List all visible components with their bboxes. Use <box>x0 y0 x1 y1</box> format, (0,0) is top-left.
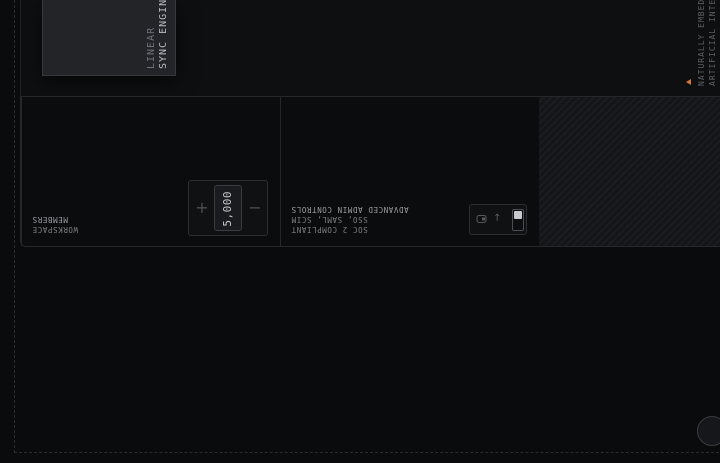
security-label-line3: ADVANCED ADMIN CONTROLS <box>291 205 409 214</box>
decrement-button[interactable]: − <box>247 198 263 217</box>
side-caption-line2: ARTIFICIAL INTE <box>708 0 717 86</box>
card-title: SYNC ENGINE <box>158 0 169 69</box>
members-label-line1: WORKSPACE <box>32 225 79 234</box>
side-caption-line1: NATURALLY EMBED <box>697 0 706 86</box>
accent-marker-icon <box>686 79 691 85</box>
floating-action-button[interactable] <box>697 416 720 446</box>
toggle-knob <box>514 211 522 219</box>
members-count: 5,000 <box>221 191 234 227</box>
sso-toggle-group[interactable]: ↑ <box>469 204 527 235</box>
stepper-value-box[interactable]: 5,000 <box>214 185 242 231</box>
members-label-line2: MEMBERS <box>32 215 68 224</box>
hatched-panel <box>539 97 720 246</box>
security-label-line1: SOC 2 COMPLIANT <box>291 225 368 234</box>
arrow-up-icon: ↑ <box>493 213 502 224</box>
feature-panels: WORKSPACE MEMBERS + 5,000 − SOC 2 COMPLI… <box>20 96 720 247</box>
security-label-line2: SSO, SAML, SCIM <box>291 215 368 224</box>
key-icon <box>476 214 490 224</box>
sso-toggle-switch[interactable] <box>512 209 524 231</box>
card-subtitle: LINEAR <box>146 26 157 69</box>
increment-button[interactable]: + <box>194 198 210 217</box>
members-stepper[interactable]: + 5,000 − <box>188 180 268 236</box>
